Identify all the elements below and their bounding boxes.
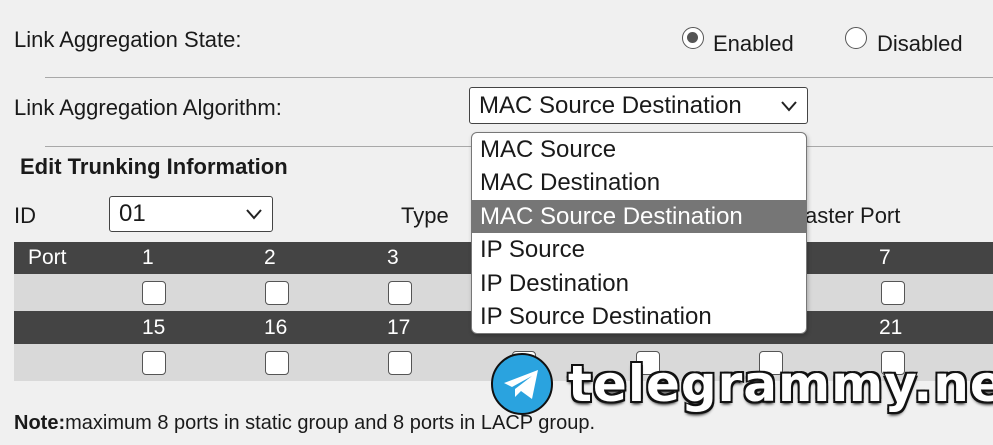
id-select[interactable]: 01 bbox=[109, 196, 273, 232]
enabled-label: Enabled bbox=[713, 31, 794, 56]
algorithm-option[interactable]: IP Source Destination bbox=[472, 300, 806, 333]
algorithm-option[interactable]: MAC Destination bbox=[472, 166, 806, 199]
port-checkbox[interactable] bbox=[881, 281, 905, 305]
note-label: Note: bbox=[14, 412, 66, 434]
port-checkbox[interactable] bbox=[142, 351, 166, 375]
enabled-radio[interactable] bbox=[682, 27, 704, 49]
port-checkbox[interactable] bbox=[388, 351, 412, 375]
telegram-logo-icon bbox=[491, 353, 553, 415]
algorithm-option[interactable]: IP Source bbox=[472, 233, 806, 266]
port-checkbox[interactable] bbox=[265, 351, 289, 375]
port-checkbox[interactable] bbox=[388, 281, 412, 305]
algorithm-label: Link Aggregation Algorithm: bbox=[14, 95, 282, 120]
port-number: 1 bbox=[142, 246, 154, 269]
master-port-label: aster Port bbox=[805, 203, 901, 228]
divider-top bbox=[45, 77, 993, 78]
port-header-label: Port bbox=[28, 246, 67, 269]
port-checkbox[interactable] bbox=[265, 281, 289, 305]
trunking-title: Edit Trunking Information bbox=[20, 154, 288, 179]
id-label: ID bbox=[14, 203, 36, 228]
algorithm-dropdown-list[interactable]: MAC Source MAC Destination MAC Source De… bbox=[471, 132, 807, 334]
port-number: 21 bbox=[879, 316, 903, 339]
id-selected-value: 01 bbox=[119, 200, 146, 227]
disabled-radio[interactable] bbox=[845, 27, 867, 49]
algorithm-option[interactable]: IP Destination bbox=[472, 267, 806, 300]
algorithm-option-highlighted[interactable]: MAC Source Destination bbox=[472, 200, 806, 233]
algorithm-select[interactable]: MAC Source Destination bbox=[469, 87, 808, 124]
watermark: telegrammy.net bbox=[490, 352, 993, 416]
algorithm-option[interactable]: MAC Source bbox=[472, 133, 806, 166]
port-checkbox[interactable] bbox=[142, 281, 166, 305]
state-label: Link Aggregation State: bbox=[14, 27, 242, 52]
port-number: 16 bbox=[264, 316, 288, 339]
watermark-text: telegrammy.net bbox=[568, 355, 993, 413]
disabled-label: Disabled bbox=[877, 31, 963, 56]
type-label: Type bbox=[401, 203, 449, 228]
chevron-down-icon bbox=[246, 209, 262, 220]
port-number: 15 bbox=[142, 316, 166, 339]
port-number: 7 bbox=[879, 246, 891, 269]
chevron-down-icon bbox=[781, 100, 797, 112]
algorithm-selected-value: MAC Source Destination bbox=[479, 91, 742, 119]
port-number: 3 bbox=[387, 246, 399, 269]
port-number: 17 bbox=[387, 316, 411, 339]
port-number: 2 bbox=[264, 246, 276, 269]
